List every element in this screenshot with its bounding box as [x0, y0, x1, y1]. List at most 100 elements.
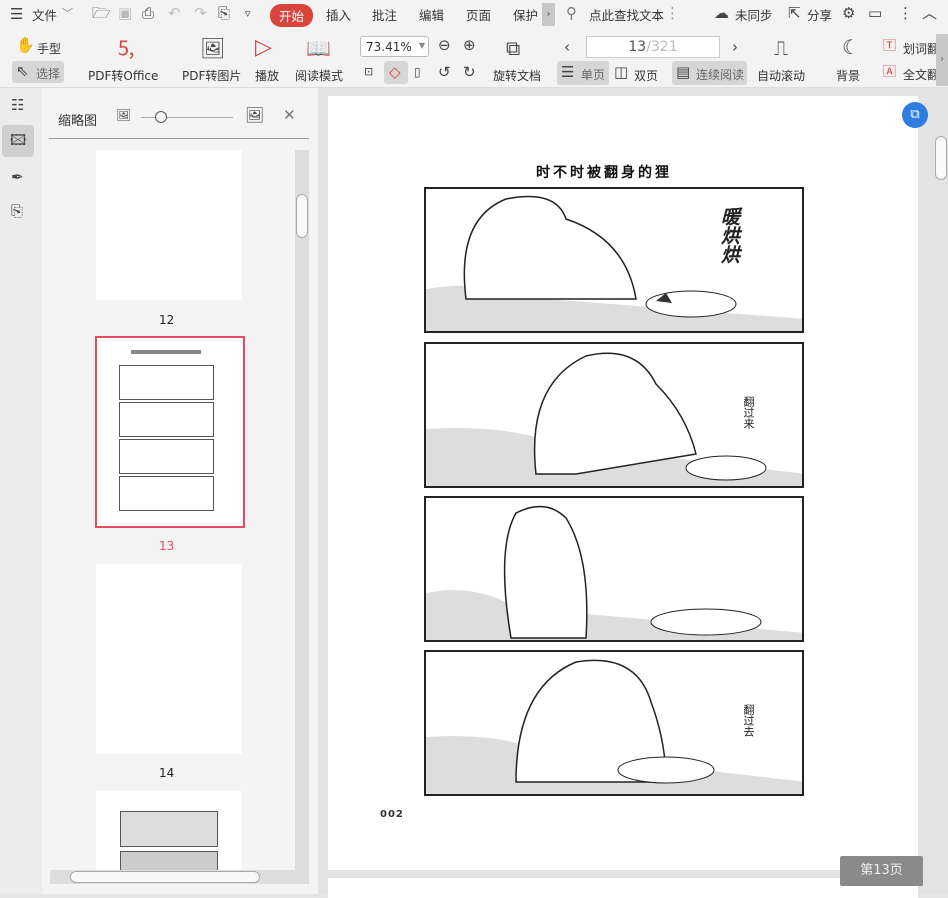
scrollbar-thumb[interactable]	[296, 194, 308, 238]
auto-scroll-icon: ⎍	[774, 36, 788, 60]
rotate-doc-button[interactable]: 旋转文档	[493, 67, 541, 84]
thumbnail-15[interactable]	[96, 791, 242, 871]
save-icon[interactable]: ▣	[118, 6, 132, 21]
comic-panel-2: 翻过来	[424, 342, 804, 488]
pdf-to-office-button[interactable]: PDF转Office	[88, 67, 158, 84]
double-page-button[interactable]: 双页	[634, 67, 658, 84]
current-page: 13	[628, 39, 647, 55]
pdf-to-image-button[interactable]: PDF转图片	[182, 67, 241, 84]
full-translate-icon: 🄰	[883, 65, 897, 80]
auto-scroll-button[interactable]: 自动滚动	[757, 67, 805, 84]
undo-icon[interactable]: ↶	[168, 6, 181, 21]
pen-icon[interactable]: ✒	[11, 170, 24, 185]
next-page-icon[interactable]: ›	[732, 40, 738, 55]
scrollbar-thumb[interactable]	[70, 871, 260, 883]
more-icon[interactable]: ⋮	[665, 6, 680, 21]
tab-edit[interactable]: 编辑	[419, 5, 444, 24]
comic-panel-4: 翻过去	[424, 650, 804, 796]
actual-size-icon[interactable]: ⊡	[364, 66, 373, 77]
single-page-button[interactable]: ☰ 单页	[557, 61, 609, 85]
fit-width-icon[interactable]: ▯	[414, 66, 421, 78]
tab-insert[interactable]: 插入	[326, 5, 351, 24]
play-button[interactable]: 播放	[255, 67, 279, 84]
pdf-to-office-icon: 🄆	[116, 36, 136, 60]
full-translate-button[interactable]: 全文翻	[903, 66, 939, 83]
scrollbar-thumb[interactable]	[935, 136, 947, 180]
tab-page[interactable]: 页面	[466, 5, 491, 24]
more-vertical-icon[interactable]: ⋮	[898, 6, 913, 21]
zoom-in-icon[interactable]: ⊕	[463, 38, 476, 53]
collapse-icon[interactable]: ︿	[922, 6, 937, 21]
chevron-down-icon: ▼	[418, 41, 425, 50]
outline-icon[interactable]: ☷	[11, 98, 24, 113]
toolbar-scroll-right[interactable]: ›	[936, 34, 948, 86]
menu-icon[interactable]: ☰	[10, 7, 23, 22]
select-tool[interactable]: ⇖ 选择	[12, 61, 64, 83]
thumbnail-label: 14	[159, 766, 175, 780]
background-button[interactable]: 背景	[836, 67, 860, 84]
rotate-right-icon[interactable]: ↻	[463, 65, 476, 80]
thumbnail-scrollbar[interactable]	[295, 150, 309, 870]
thumbnail-tab[interactable]: 🖾	[2, 125, 34, 157]
search-input[interactable]: 点此查找文本	[589, 5, 664, 24]
document-view: 时不时被翻身的狸 暖烘烘 翻过来 翻过去 002 ⧉ 第13页	[318, 88, 948, 898]
tab-annotate[interactable]: 批注	[372, 5, 397, 24]
zoom-select[interactable]: 73.41% ▼	[360, 36, 429, 57]
thumbnail-panel: 缩略图 🖼 🖼 ✕ 12 13 14	[42, 88, 318, 894]
double-page-icon: ◫	[614, 63, 629, 81]
comic-panel-1: 暖烘烘	[424, 187, 804, 333]
fit-page-button[interactable]: ◇	[384, 61, 408, 84]
share-button[interactable]: 分享	[807, 5, 832, 24]
thumbnail-label: 12	[159, 313, 175, 327]
continuous-button[interactable]: ▤ 连续阅读	[672, 61, 747, 85]
file-menu[interactable]: 文件	[32, 5, 57, 24]
print-icon[interactable]: ⎙	[142, 6, 154, 21]
float-tool-icon[interactable]: ⧉	[902, 102, 928, 128]
total-pages: /321	[646, 39, 678, 55]
chevron-down-icon[interactable]: ﹀	[62, 8, 73, 19]
cursor-icon: ⇖	[16, 62, 29, 80]
slider-handle[interactable]	[155, 111, 167, 123]
prev-page-icon[interactable]: ‹	[564, 40, 570, 55]
thumbnail-13[interactable]	[95, 336, 245, 528]
sidebar-rail: ☷ 🖾 ✒ ⎘	[0, 88, 42, 894]
zoom-out-icon[interactable]: ⊖	[438, 38, 451, 53]
bear-illustration	[426, 195, 802, 331]
horizontal-scrollbar[interactable]	[50, 870, 309, 884]
single-page-icon: ☰	[561, 63, 575, 81]
close-icon[interactable]: ✕	[283, 108, 296, 123]
more-quick-icon[interactable]: ▿	[245, 8, 251, 19]
gear-icon[interactable]: ⚙	[842, 6, 855, 21]
tabs-scroll-right[interactable]: ›	[542, 3, 555, 26]
comic-panel-3	[424, 496, 804, 642]
read-mode-button[interactable]: 阅读模式	[295, 67, 343, 84]
redo-icon[interactable]: ↷	[194, 6, 207, 21]
thumbnail-label-selected: 13	[159, 539, 175, 553]
rotate-left-icon[interactable]: ↺	[438, 65, 451, 80]
sync-status[interactable]: 未同步	[735, 5, 773, 24]
pdf-to-image-icon: 🖼	[200, 36, 226, 60]
page-indicator: 第13页	[840, 856, 923, 886]
sound-effect: 暖烘烘	[718, 207, 740, 264]
convert-icon[interactable]: ⎘	[11, 204, 23, 219]
book-icon: 📖	[306, 36, 331, 60]
large-image-icon: 🖼	[245, 106, 265, 124]
image-icon: 🖾	[10, 131, 27, 149]
search-icon: ⚲	[566, 4, 577, 22]
hand-tool[interactable]: 手型	[37, 40, 61, 57]
page-input[interactable]: 13/321	[586, 36, 720, 58]
export-icon[interactable]: ⎘	[218, 6, 230, 21]
rotate-doc-icon: ⧉	[506, 36, 521, 60]
hand-icon: ✋	[16, 36, 35, 54]
thumbnail-12[interactable]	[96, 150, 242, 300]
word-translate-button[interactable]: 划词翻	[903, 40, 939, 57]
sound-effect: 翻过来	[742, 396, 755, 429]
moon-icon: ☾	[842, 35, 860, 59]
document-scrollbar[interactable]	[934, 128, 948, 894]
thumbnail-14[interactable]	[96, 564, 242, 754]
comic-title: 时不时被翻身的狸	[536, 165, 672, 181]
open-icon[interactable]: 🗁	[92, 6, 111, 21]
feedback-icon[interactable]: ▭	[868, 6, 882, 21]
tab-start[interactable]: 开始	[270, 4, 314, 27]
tab-protect[interactable]: 保护	[513, 5, 538, 24]
